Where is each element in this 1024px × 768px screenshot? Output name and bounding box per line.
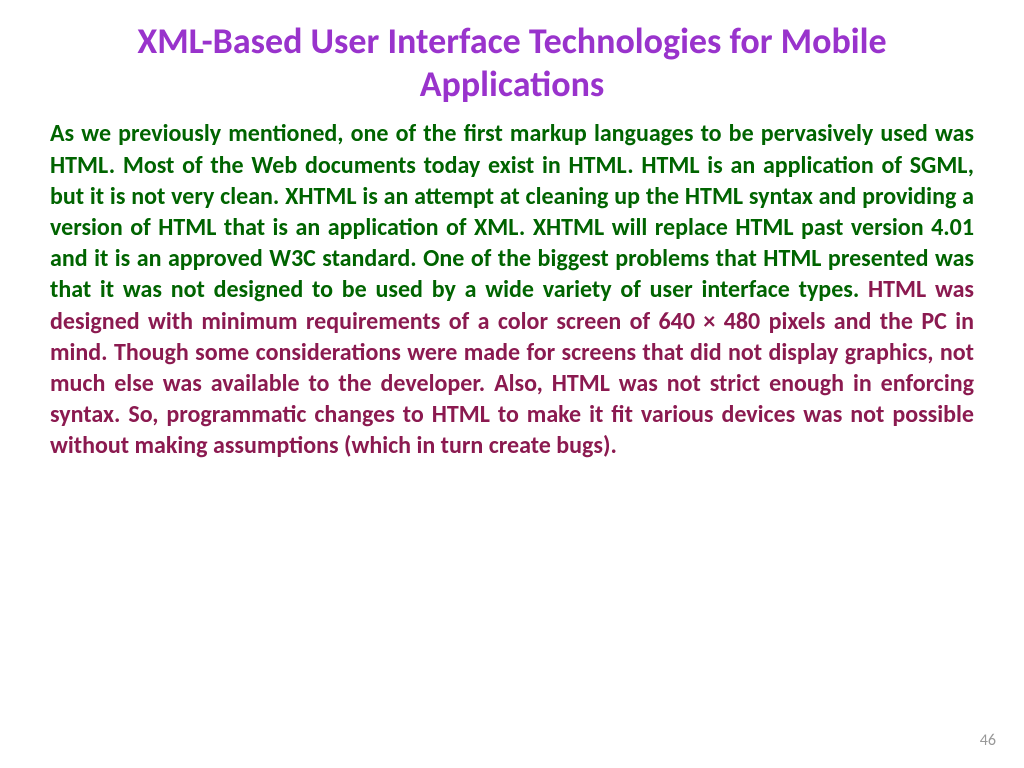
body-text-part1: As we previously mentioned, one of the f…: [50, 119, 974, 304]
slide-body-text: As we previously mentioned, one of the f…: [50, 118, 974, 461]
page-number: 46: [980, 731, 996, 750]
slide-container: XML-Based User Interface Technologies fo…: [0, 0, 1024, 768]
slide-title: XML-Based User Interface Technologies fo…: [50, 20, 974, 106]
